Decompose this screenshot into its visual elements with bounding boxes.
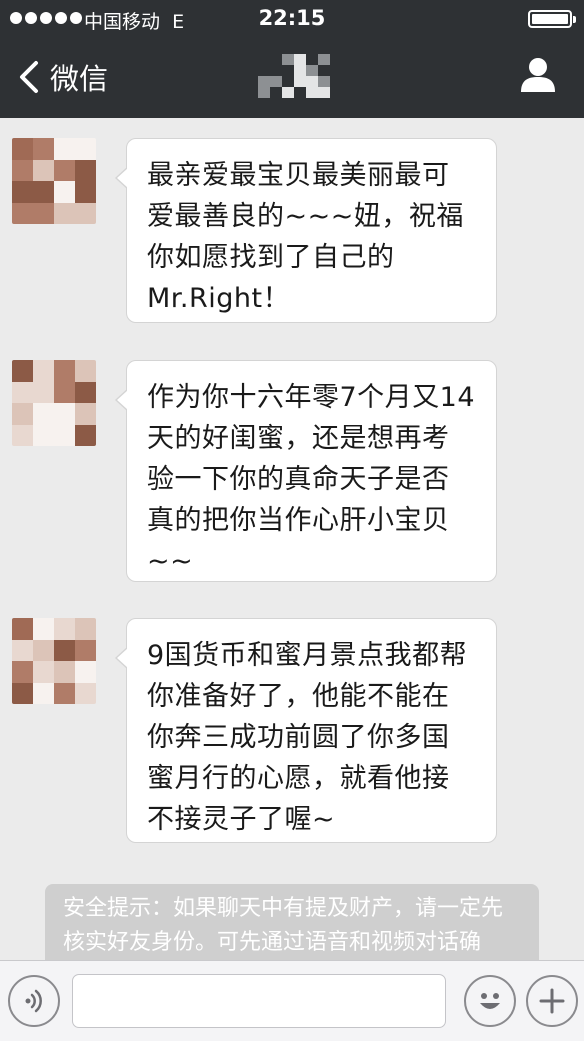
back-label: 微信 — [50, 62, 109, 96]
chat-area[interactable]: 最亲爱最宝贝最美丽最可爱最善良的~~~妞，祝福你如愿找到了自己的Mr.Right… — [0, 118, 584, 960]
message-bubble[interactable]: 作为你十六年零7个月又14天的好闺蜜，还是想再考验一下你的真命天子是否真的把你当… — [115, 360, 497, 582]
voice-icon — [25, 989, 42, 1013]
emoji-button[interactable] — [464, 975, 516, 1027]
battery-icon — [528, 10, 576, 28]
status-bar: 中国移动 E 22:15 — [0, 0, 584, 36]
more-button[interactable] — [526, 975, 578, 1027]
message-input[interactable] — [72, 974, 446, 1028]
clock: 22:15 — [258, 6, 326, 30]
contact-avatar[interactable] — [12, 618, 96, 704]
contact-name-pixelated[interactable] — [258, 54, 330, 98]
chevron-left-icon — [20, 61, 38, 93]
pixelation-mosaic — [258, 54, 330, 98]
battery-level — [532, 14, 568, 24]
security-notice: 安全提示：如果聊天中有提及财产，请一定先核实好友身份。可先通过语音和视频对话确认… — [45, 884, 539, 960]
input-bar — [0, 960, 584, 1041]
contact-avatar[interactable] — [12, 138, 96, 224]
contact-avatar[interactable] — [12, 360, 96, 446]
message-bubble[interactable]: 9国货币和蜜月景点我都帮你准备好了，他能不能在你奔三成功前圆了你多国蜜月行的心愿… — [115, 618, 497, 843]
back-button[interactable]: 微信 — [14, 56, 108, 98]
person-icon[interactable] — [518, 54, 558, 94]
voice-button[interactable] — [8, 975, 60, 1027]
plus-icon — [539, 988, 565, 1014]
nav-bar: 微信 — [0, 36, 584, 118]
emoji-icon — [480, 993, 500, 1009]
message-bubble[interactable]: 最亲爱最宝贝最美丽最可爱最善良的~~~妞，祝福你如愿找到了自己的Mr.Right… — [115, 138, 497, 323]
